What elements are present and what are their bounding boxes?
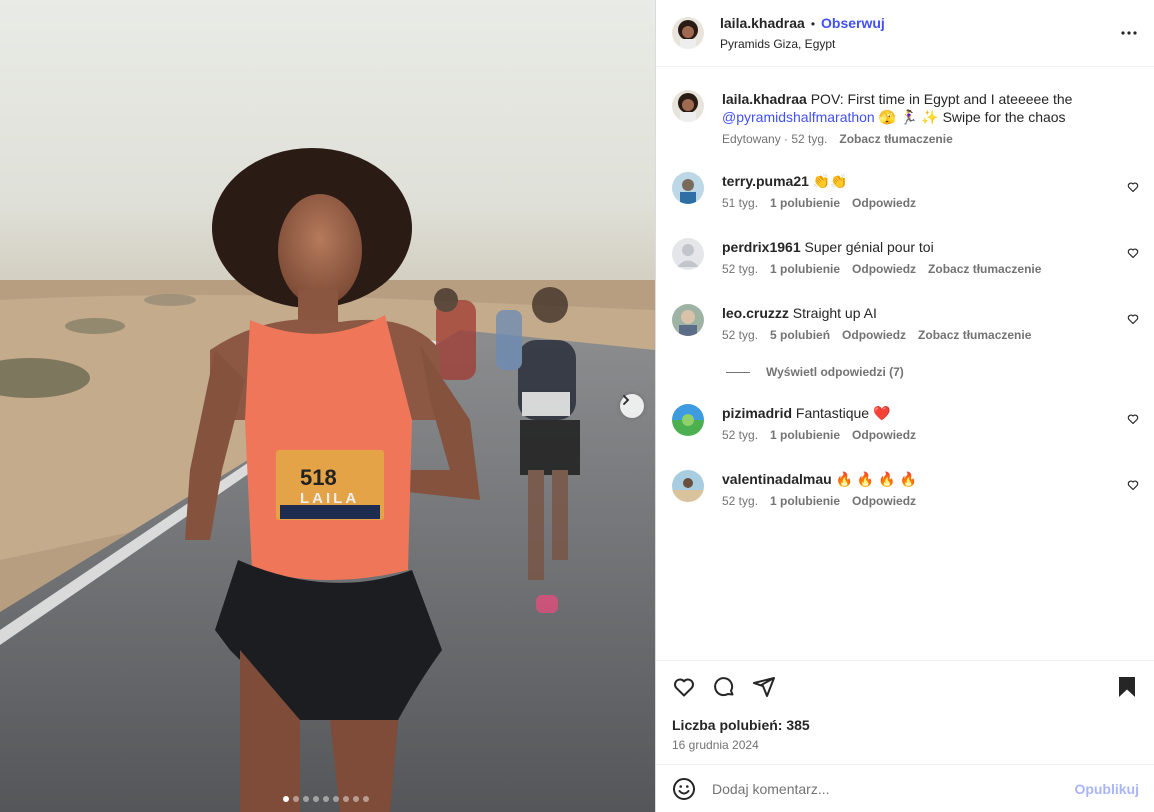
likes-count[interactable]: Liczba polubień: 385 <box>672 717 810 733</box>
carousel-dot <box>293 796 299 802</box>
comment-likes[interactable]: 1 polubienie <box>770 494 840 508</box>
carousel-dot <box>363 796 369 802</box>
post-location[interactable]: Pyramids Giza, Egypt <box>720 35 885 53</box>
see-translation-button[interactable]: Zobacz tłumaczenie <box>928 262 1041 276</box>
heart-icon[interactable] <box>1127 312 1139 328</box>
comment-username[interactable]: valentinadalmau <box>722 471 832 487</box>
see-translation-button[interactable]: Zobacz tłumaczenie <box>918 328 1031 342</box>
caption-text-after: 🫣 🏃‍♀️ ✨ Swipe for the chaos <box>878 109 1066 125</box>
post-modal: 518 LAILA laila.khadraa • Obserwuj Pyram… <box>0 0 1154 812</box>
avatar[interactable] <box>672 238 704 270</box>
caption-text: POV: First time in Egypt and I ateeeee t… <box>810 91 1073 107</box>
reply-button[interactable]: Odpowiedz <box>852 262 916 276</box>
avatar[interactable] <box>672 470 704 502</box>
comment-text: 👏👏 <box>812 173 848 189</box>
comment-username[interactable]: perdrix1961 <box>722 239 801 255</box>
comment-text: Straight up AI <box>792 305 877 321</box>
follow-button[interactable]: Obserwuj <box>821 15 885 31</box>
reply-button[interactable]: Odpowiedz <box>852 494 916 508</box>
comment-time: 52 tyg. <box>722 428 759 442</box>
comment-likes[interactable]: 1 polubienie <box>770 262 840 276</box>
post-actions: Liczba polubień: 385 16 grudnia 2024 <box>656 660 1154 764</box>
bookmark-icon[interactable] <box>1115 675 1139 702</box>
avatar[interactable] <box>672 90 704 122</box>
author-username[interactable]: laila.khadraa <box>720 15 805 31</box>
reply-button[interactable]: Odpowiedz <box>852 196 916 210</box>
heart-icon[interactable] <box>1127 180 1139 196</box>
caption-username[interactable]: laila.khadraa <box>722 91 807 107</box>
see-translation-button[interactable]: Zobacz tłumaczenie <box>839 132 952 146</box>
comment-username[interactable]: terry.puma21 <box>722 173 809 189</box>
reply-button[interactable]: Odpowiedz <box>842 328 906 342</box>
share-icon[interactable] <box>752 675 776 702</box>
comment-likes[interactable]: 5 polubień <box>770 328 830 342</box>
carousel-dot <box>323 796 329 802</box>
avatar[interactable] <box>672 17 704 49</box>
heart-icon[interactable] <box>1127 412 1139 428</box>
comment-text: Super génial pour toi <box>804 239 934 255</box>
post-header: laila.khadraa • Obserwuj Pyramids Giza, Eg… <box>656 0 1154 67</box>
carousel-dot <box>283 796 289 802</box>
comment-time: 52 tyg. <box>722 494 759 508</box>
caption-edited: Edytowany · 52 tyg. <box>722 132 828 146</box>
heart-icon[interactable] <box>1127 246 1139 262</box>
carousel-dots <box>283 796 369 802</box>
carousel-dot <box>343 796 349 802</box>
comment-time: 52 tyg. <box>722 328 759 342</box>
heart-icon[interactable] <box>1127 478 1139 494</box>
carousel-dot <box>353 796 359 802</box>
post-date: 16 grudnia 2024 <box>672 738 759 752</box>
comment-text: 🔥 🔥 🔥 🔥 <box>835 471 917 487</box>
bib-number: 518 <box>300 465 337 490</box>
bib-name: LAILA <box>300 490 359 507</box>
comments-list[interactable]: laila.khadraa POV: First time in Egypt a… <box>656 67 1154 660</box>
reply-button[interactable]: Odpowiedz <box>852 428 916 442</box>
publish-button[interactable]: Opublikuj <box>1074 781 1139 797</box>
photo-illustration: 518 LAILA <box>0 148 655 812</box>
emoji-icon[interactable] <box>672 777 696 801</box>
comment-likes[interactable]: 1 polubienie <box>770 196 840 210</box>
more-icon[interactable] <box>1120 24 1138 45</box>
comment-input[interactable] <box>712 780 1052 797</box>
caption-mention[interactable]: @pyramidshalfmarathon <box>722 109 875 125</box>
carousel-dot <box>333 796 339 802</box>
add-comment-bar: Opublikuj <box>656 764 1154 812</box>
comment-time: 52 tyg. <box>722 262 759 276</box>
avatar[interactable] <box>672 172 704 204</box>
carousel-dot <box>303 796 309 802</box>
view-replies-button[interactable]: Wyświetl odpowiedzi (7) <box>726 365 904 379</box>
post-photo: 518 LAILA <box>0 0 655 812</box>
comment-username[interactable]: pizimadrid <box>722 405 792 421</box>
view-replies-label: Wyświetl odpowiedzi (7) <box>766 365 904 379</box>
header-separator: • <box>810 16 816 31</box>
heart-icon[interactable] <box>672 675 696 702</box>
comment-likes[interactable]: 1 polubienie <box>770 428 840 442</box>
post-sidebar: laila.khadraa • Obserwuj Pyramids Giza, Eg… <box>655 0 1154 812</box>
avatar[interactable] <box>672 304 704 336</box>
comment-text: Fantastique ❤️ <box>795 405 891 421</box>
avatar[interactable] <box>672 404 704 436</box>
comment-icon[interactable] <box>712 675 736 702</box>
next-photo-button[interactable] <box>620 394 644 418</box>
carousel-dot <box>313 796 319 802</box>
divider <box>726 371 750 373</box>
comment-time: 51 tyg. <box>722 196 759 210</box>
comment-username[interactable]: leo.cruzzz <box>722 305 789 321</box>
